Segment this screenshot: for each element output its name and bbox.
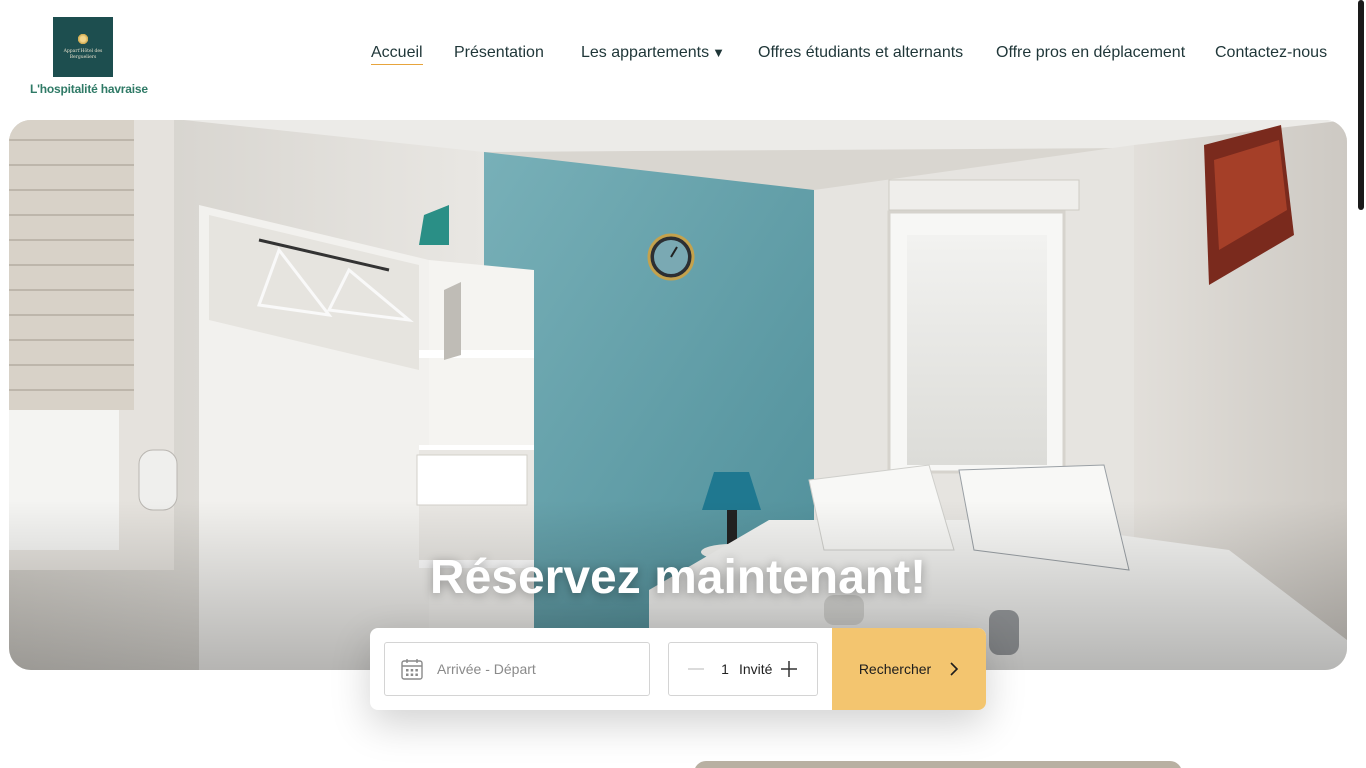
nav-item-presentation[interactable]: Présentation (454, 44, 544, 62)
caret-down-icon: ▼ (712, 45, 725, 60)
guest-label: Invité (739, 661, 773, 677)
guest-count: 1 (721, 661, 729, 677)
nav-item-appartements-label: Les appartements (581, 44, 710, 61)
nav-item-contact[interactable]: Contactez-nous (1215, 44, 1327, 62)
section-image-partial (694, 761, 1182, 768)
booking-widget: 1 Invité Rechercher (370, 628, 986, 710)
calendar-icon (401, 659, 423, 680)
decrease-guests-button[interactable] (679, 642, 713, 696)
nav-item-offre-pros[interactable]: Offre pros en déplacement (996, 44, 1185, 62)
site-header: Appart'Hôtel des Bergueliers L'hospitali… (0, 0, 1366, 112)
plus-icon (781, 661, 798, 677)
page-scrollbar[interactable] (1358, 0, 1364, 210)
search-button-label: Rechercher (858, 661, 932, 677)
chevron-right-icon (950, 662, 959, 676)
minus-icon (688, 668, 704, 670)
guest-stepper: 1 Invité (668, 642, 818, 696)
increase-guests-button[interactable] (772, 642, 806, 696)
main-navigation: Accueil Présentation Les appartements ▼ O… (0, 44, 1366, 68)
search-button[interactable]: Rechercher (832, 628, 986, 710)
hero-title: Réservez maintenant! (429, 551, 927, 604)
nav-item-offres-etudiants[interactable]: Offres étudiants et alternants (758, 44, 963, 62)
hero-banner: Réservez maintenant! (9, 120, 1347, 670)
date-range-field[interactable] (384, 642, 650, 696)
date-range-input[interactable] (437, 661, 627, 677)
brand-tagline: L'hospitalité havraise (30, 82, 148, 96)
nav-item-accueil[interactable]: Accueil (371, 44, 423, 65)
nav-item-appartements[interactable]: Les appartements ▼ (581, 44, 725, 62)
